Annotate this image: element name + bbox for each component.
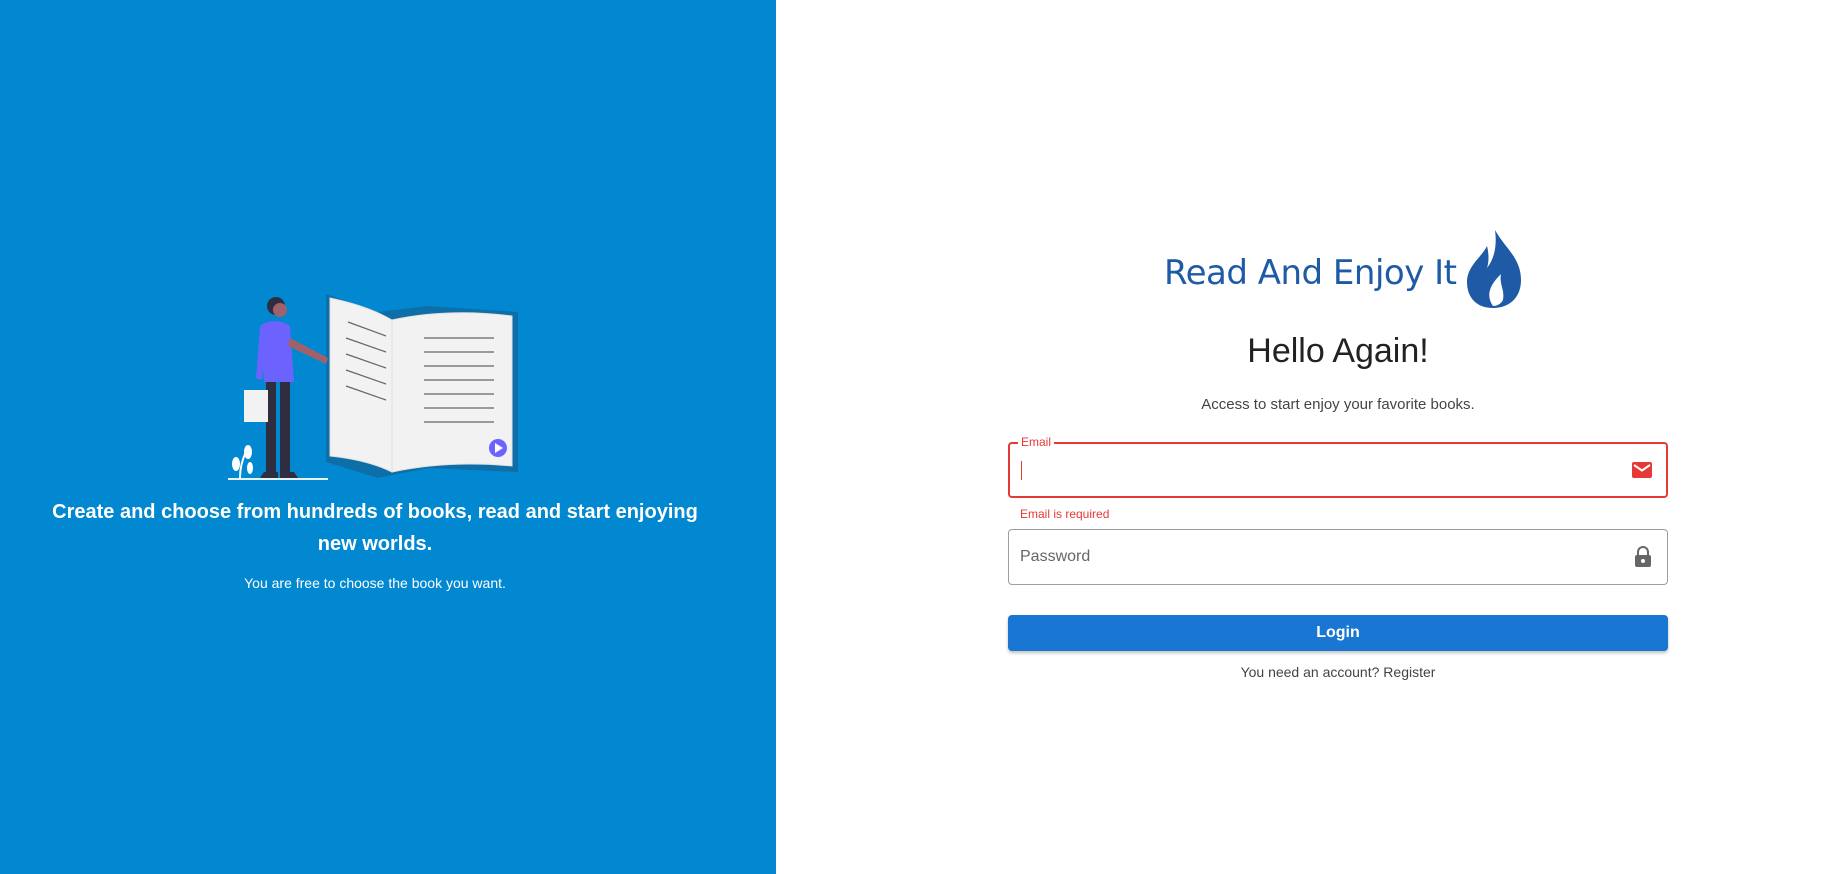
password-field[interactable] — [1008, 529, 1668, 585]
email-field[interactable]: Email — [1008, 435, 1668, 498]
brand-logo: Read And Enjoy It — [1164, 230, 1523, 310]
hero-subtitle: You are free to choose the book you want… — [244, 575, 506, 591]
flame-icon — [1466, 230, 1521, 308]
reading-person-illustration — [228, 294, 518, 480]
lock-icon — [1635, 546, 1651, 567]
email-input[interactable] — [1021, 444, 1601, 496]
password-input[interactable] — [1020, 530, 1600, 584]
page-heading: Hello Again! — [1247, 332, 1429, 370]
mail-icon — [1632, 462, 1652, 478]
register-prompt: You need an account? Register — [1008, 664, 1668, 680]
page-subheading: Access to start enjoy your favorite book… — [1201, 396, 1475, 413]
login-page: Create and choose from hundreds of books… — [0, 0, 1830, 874]
text-caret — [1021, 461, 1022, 480]
brand-name: Read And Enjoy It — [1164, 253, 1457, 293]
email-error: Email is required — [1020, 507, 1110, 521]
register-link[interactable]: Register — [1383, 664, 1435, 680]
hero-panel: Create and choose from hundreds of books… — [0, 0, 776, 874]
login-button[interactable]: Login — [1008, 615, 1668, 651]
login-panel — [776, 0, 1830, 874]
register-prompt-text: You need an account? — [1240, 664, 1380, 680]
hero-title: Create and choose from hundreds of books… — [52, 501, 698, 555]
